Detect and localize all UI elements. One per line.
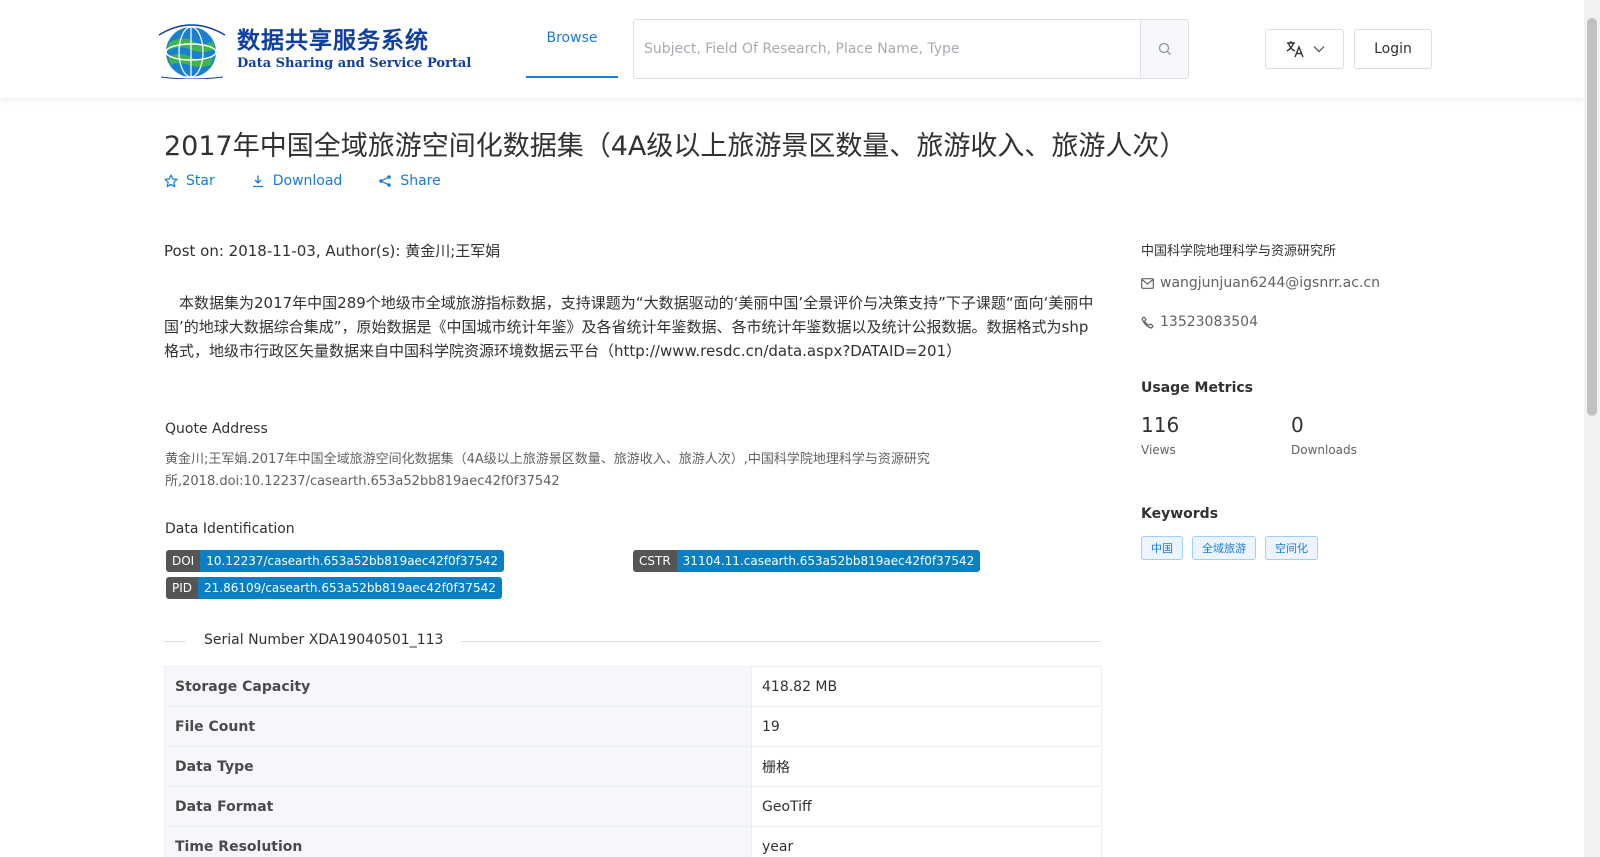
- table-row: Time Resolution year: [164, 826, 1102, 857]
- quote-address-text: 黄金川;王军娟.2017年中国全域旅游空间化数据集（4A级以上旅游景区数量、旅游…: [165, 452, 930, 489]
- property-value: GeoTiff: [751, 786, 1102, 827]
- downloads-count: 0: [1291, 413, 1304, 437]
- download-icon: [252, 175, 263, 188]
- phone-text: 13523083504: [1160, 314, 1258, 330]
- email-text: wangjunjuan6244@igsnrr.ac.cn: [1160, 275, 1380, 291]
- pid-badge[interactable]: PID 21.86109/casearth.653a52bb819aec42f0…: [166, 577, 502, 599]
- views-label: Views: [1141, 443, 1176, 457]
- contact-email[interactable]: wangjunjuan6244@igsnrr.ac.cn: [1141, 275, 1380, 291]
- keyword-tag[interactable]: 空间化: [1265, 536, 1318, 560]
- logo-title-cn: 数据共享服务系统: [237, 27, 429, 54]
- star-button[interactable]: Star: [164, 173, 215, 189]
- post-info: Post on: 2018-11-03, Author(s): 黄金川;王军娟: [164, 242, 501, 260]
- serial-number: Serial Number XDA19040501_113: [186, 632, 462, 648]
- scrollbar-thumb[interactable]: [1587, 18, 1597, 416]
- chevron-down-icon: [1313, 46, 1324, 53]
- nav-browse-tab[interactable]: Browse: [526, 0, 618, 78]
- property-value: year: [751, 826, 1102, 857]
- keyword-tag[interactable]: 中国: [1141, 536, 1183, 560]
- dataset-properties-table: Storage Capacity 418.82 MB File Count 19…: [164, 666, 1102, 857]
- dataset-actions: Star Download Share: [164, 173, 441, 189]
- download-label: Download: [272, 173, 343, 189]
- property-value: 19: [751, 706, 1102, 747]
- logo-title-en: Data Sharing and Service Portal: [237, 56, 472, 71]
- views-count: 116: [1141, 413, 1180, 437]
- keywords-title: Keywords: [1141, 506, 1219, 522]
- phone-icon: [1141, 315, 1154, 329]
- keyword-tags: 中国 全域旅游 空间化: [1141, 536, 1318, 560]
- search-icon: [1158, 42, 1171, 55]
- logo-text: 数据共享服务系统 Data Sharing and Service Portal: [237, 27, 471, 73]
- page-scrollbar[interactable]: [1584, 0, 1600, 857]
- share-icon: [379, 175, 392, 187]
- search-bar: [633, 19, 1189, 79]
- star-icon: [164, 174, 178, 188]
- login-button[interactable]: Login: [1354, 29, 1432, 69]
- share-label: Share: [400, 173, 441, 189]
- doi-badge[interactable]: DOI 10.12237/casearth.653a52bb819aec42f0…: [166, 550, 505, 572]
- search-input[interactable]: [634, 20, 1140, 78]
- top-header: 数据共享服务系统 Data Sharing and Service Portal…: [0, 0, 1584, 98]
- views-metric: 116 Views: [1141, 413, 1179, 457]
- property-key: Time Resolution: [164, 826, 752, 857]
- keyword-tag[interactable]: 全域旅游: [1192, 536, 1256, 560]
- property-key: Data Type: [164, 746, 752, 787]
- downloads-label: Downloads: [1291, 443, 1357, 457]
- globe-logo-icon: [153, 21, 231, 80]
- downloads-metric: 0 Downloads: [1291, 413, 1357, 457]
- site-logo[interactable]: 数据共享服务系统 Data Sharing and Service Portal: [153, 20, 471, 80]
- cstr-badge-key: CSTR: [633, 550, 677, 572]
- translate-icon: [1286, 41, 1304, 58]
- doi-badge-value: 10.12237/casearth.653a52bb819aec42f0f375…: [200, 550, 505, 572]
- pid-badge-key: PID: [166, 577, 199, 599]
- property-key: File Count: [164, 706, 752, 747]
- data-identification-label: Data Identification: [165, 521, 295, 537]
- cstr-badge[interactable]: CSTR 31104.11.casearth.653a52bb819aec42f…: [633, 550, 981, 572]
- cstr-badge-value: 31104.11.casearth.653a52bb819aec42f0f375…: [676, 550, 981, 572]
- organization-name: 中国科学院地理科学与资源研究所: [1141, 244, 1337, 259]
- dataset-title: 2017年中国全域旅游空间化数据集（4A级以上旅游景区数量、旅游收入、旅游人次）: [164, 131, 1187, 162]
- doi-badge-key: DOI: [166, 550, 201, 572]
- quote-address-label: Quote Address: [165, 421, 268, 437]
- property-key: Storage Capacity: [164, 666, 752, 707]
- usage-metrics-title: Usage Metrics: [1141, 380, 1253, 396]
- property-value: 418.82 MB: [751, 666, 1102, 707]
- table-row: Data Type 栅格: [164, 746, 1102, 787]
- table-row: Data Format GeoTiff: [164, 786, 1102, 827]
- star-label: Star: [186, 173, 215, 189]
- property-key: Data Format: [164, 786, 752, 827]
- dataset-description: 本数据集为2017年中国289个地级市全域旅游指标数据，支持课题为“大数据驱动的…: [164, 294, 1094, 360]
- language-switch-button[interactable]: [1265, 29, 1344, 69]
- download-button[interactable]: Download: [251, 173, 343, 189]
- mail-icon: [1141, 277, 1154, 289]
- pid-badge-value: 21.86109/casearth.653a52bb819aec42f0f375…: [198, 577, 502, 599]
- share-button[interactable]: Share: [378, 173, 441, 189]
- table-row: Storage Capacity 418.82 MB: [164, 666, 1102, 707]
- contact-phone[interactable]: 13523083504: [1141, 314, 1258, 330]
- table-row: File Count 19: [164, 706, 1102, 747]
- property-value: 栅格: [751, 746, 1102, 787]
- search-button[interactable]: [1140, 20, 1188, 78]
